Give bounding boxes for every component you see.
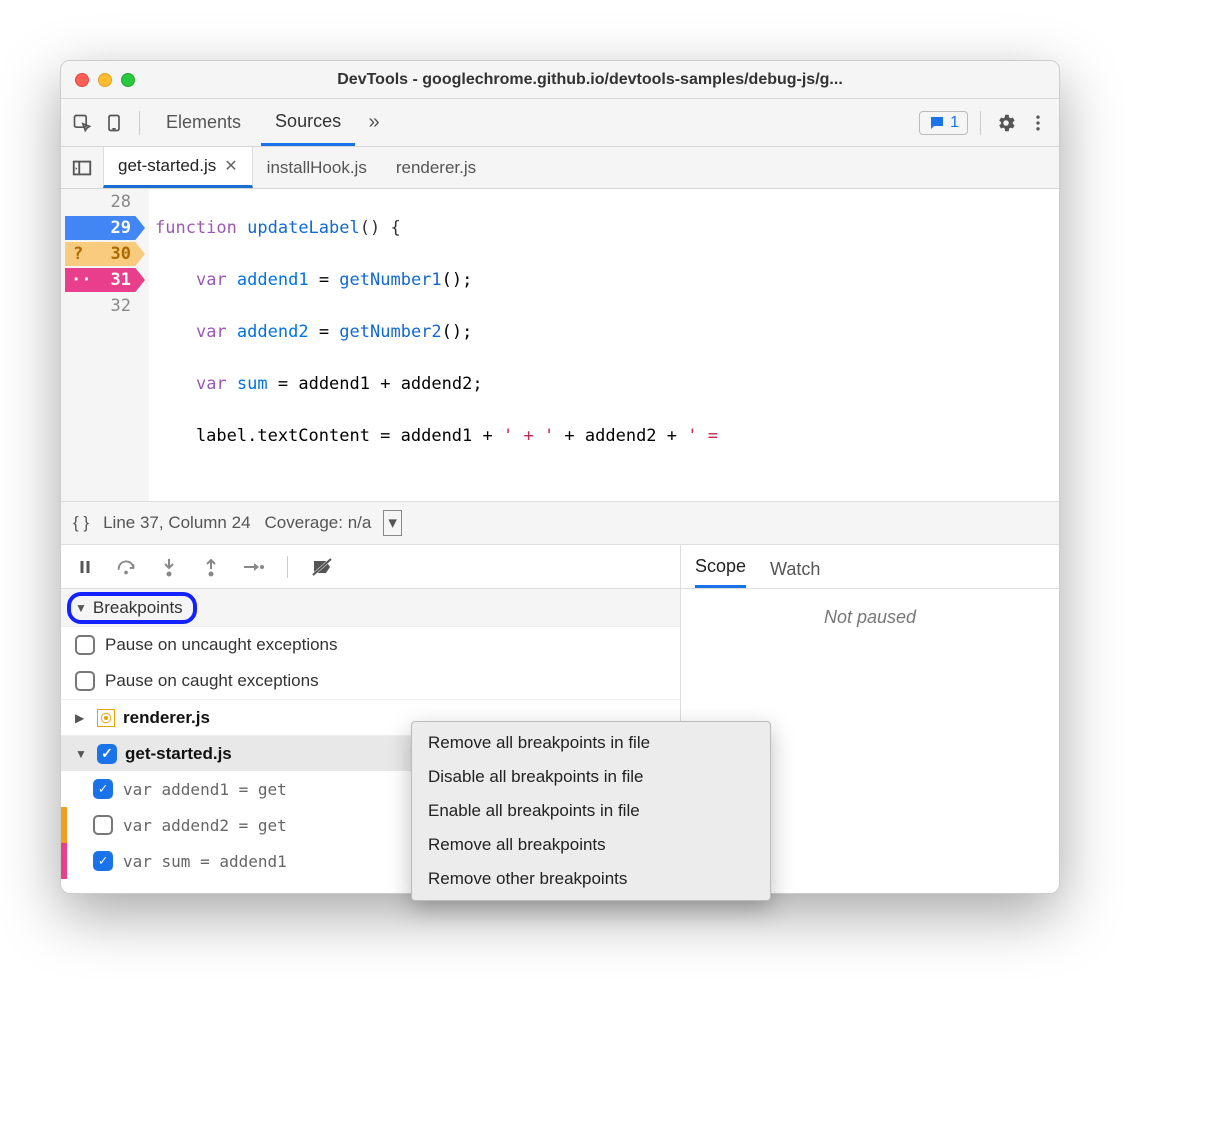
breakpoints-section-header[interactable]: ▼ Breakpoints — [61, 589, 680, 627]
more-tabs-icon[interactable]: » — [361, 110, 387, 136]
coverage-label: Coverage: n/a — [265, 513, 372, 533]
minimize-window-icon[interactable] — [98, 73, 112, 87]
close-icon[interactable]: ✕ — [224, 156, 237, 176]
ctx-remove-other[interactable]: Remove other breakpoints — [412, 862, 770, 896]
pause-uncaught-label: Pause on uncaught exceptions — [105, 635, 338, 655]
logpoint-indicator — [61, 843, 67, 879]
conditional-indicator — [61, 807, 67, 843]
tab-scope[interactable]: Scope — [695, 556, 746, 588]
pause-icon[interactable] — [73, 555, 97, 579]
not-paused-message: Not paused — [681, 589, 1059, 646]
ctx-remove-all[interactable]: Remove all breakpoints — [412, 828, 770, 862]
breakpoints-header-highlight: ▼ Breakpoints — [67, 592, 197, 624]
breakpoints-header-label: Breakpoints — [93, 598, 183, 618]
file-tab-renderer[interactable]: renderer.js — [382, 147, 491, 188]
kebab-menu-icon[interactable] — [1025, 110, 1051, 136]
window-controls — [75, 73, 135, 87]
format-icon[interactable]: { } — [73, 513, 89, 533]
tab-sources[interactable]: Sources — [261, 99, 355, 146]
pause-caught-label: Pause on caught exceptions — [105, 671, 319, 691]
debug-toolbar — [61, 545, 680, 589]
close-window-icon[interactable] — [75, 73, 89, 87]
line-number: 28 — [111, 192, 131, 212]
step-over-icon[interactable] — [115, 555, 139, 579]
right-tabs: Scope Watch — [681, 545, 1059, 589]
step-out-icon[interactable] — [199, 555, 223, 579]
breakpoint-marker[interactable]: 29 — [65, 216, 145, 240]
checkbox-icon[interactable] — [75, 671, 95, 691]
js-file-icon: ⦿ — [97, 709, 115, 727]
devtools-window: DevTools - googlechrome.github.io/devtoo… — [60, 60, 1060, 894]
breakpoints-context-menu: Remove all breakpoints in file Disable a… — [411, 721, 771, 901]
feedback-button[interactable]: 1 — [919, 111, 968, 135]
code-editor[interactable]: 28 29 ?30 ··31 32 function updateLabel()… — [61, 189, 1059, 501]
device-toolbar-icon[interactable] — [101, 110, 127, 136]
feedback-count: 1 — [950, 114, 959, 132]
editor-statusbar: { } Line 37, Column 24 Coverage: n/a ▾ — [61, 501, 1059, 545]
checkbox-icon[interactable] — [93, 851, 113, 871]
window-title: DevTools - googlechrome.github.io/devtoo… — [135, 71, 1045, 89]
line-number: 32 — [111, 296, 131, 316]
gutter: 28 29 ?30 ··31 32 — [61, 189, 149, 501]
maximize-window-icon[interactable] — [121, 73, 135, 87]
devtools-tabbar: Elements Sources » 1 — [61, 99, 1059, 147]
chevron-right-icon: ▶ — [75, 711, 89, 725]
navigator-toggle-icon[interactable] — [61, 157, 103, 179]
cursor-position: Line 37, Column 24 — [103, 513, 250, 533]
conditional-breakpoint-marker[interactable]: ?30 — [65, 242, 145, 266]
pause-caught-row[interactable]: Pause on caught exceptions — [61, 663, 680, 699]
ctx-disable-all-in-file[interactable]: Disable all breakpoints in file — [412, 760, 770, 794]
tab-watch[interactable]: Watch — [770, 559, 820, 588]
settings-icon[interactable] — [993, 110, 1019, 136]
breakpoint-line-text: var addend1 = get — [123, 780, 287, 799]
file-tab-label: get-started.js — [118, 156, 216, 176]
titlebar: DevTools - googlechrome.github.io/devtoo… — [61, 61, 1059, 99]
breakpoint-line-text: var sum = addend1 — [123, 852, 287, 871]
ctx-enable-all-in-file[interactable]: Enable all breakpoints in file — [412, 794, 770, 828]
deactivate-breakpoints-icon[interactable] — [310, 555, 334, 579]
breakpoint-line-text: var addend2 = get — [123, 816, 287, 835]
step-icon[interactable] — [241, 555, 265, 579]
checkbox-icon[interactable] — [93, 815, 113, 835]
coverage-dropdown-icon[interactable]: ▾ — [383, 510, 402, 536]
inspect-element-icon[interactable] — [69, 110, 95, 136]
logpoint-marker[interactable]: ··31 — [65, 268, 145, 292]
ctx-remove-all-in-file[interactable]: Remove all breakpoints in file — [412, 726, 770, 760]
checkbox-icon[interactable] — [97, 744, 117, 764]
step-into-icon[interactable] — [157, 555, 181, 579]
checkbox-icon[interactable] — [93, 779, 113, 799]
breakpoint-file-label: renderer.js — [123, 708, 210, 728]
code-body[interactable]: function updateLabel() { var addend1 = g… — [149, 189, 1059, 501]
chevron-down-icon: ▼ — [75, 601, 87, 615]
checkbox-icon[interactable] — [75, 635, 95, 655]
tab-elements[interactable]: Elements — [152, 99, 255, 146]
file-tab-label: installHook.js — [267, 158, 367, 178]
file-tabbar: get-started.js ✕ installHook.js renderer… — [61, 147, 1059, 189]
file-tab-label: renderer.js — [396, 158, 476, 178]
divider — [980, 111, 981, 135]
file-tab-installhook[interactable]: installHook.js — [253, 147, 382, 188]
chevron-down-icon: ▼ — [75, 747, 89, 761]
file-tab-get-started[interactable]: get-started.js ✕ — [103, 147, 253, 188]
breakpoint-file-label: get-started.js — [125, 744, 232, 764]
divider — [139, 111, 140, 135]
pause-uncaught-row[interactable]: Pause on uncaught exceptions — [61, 627, 680, 663]
